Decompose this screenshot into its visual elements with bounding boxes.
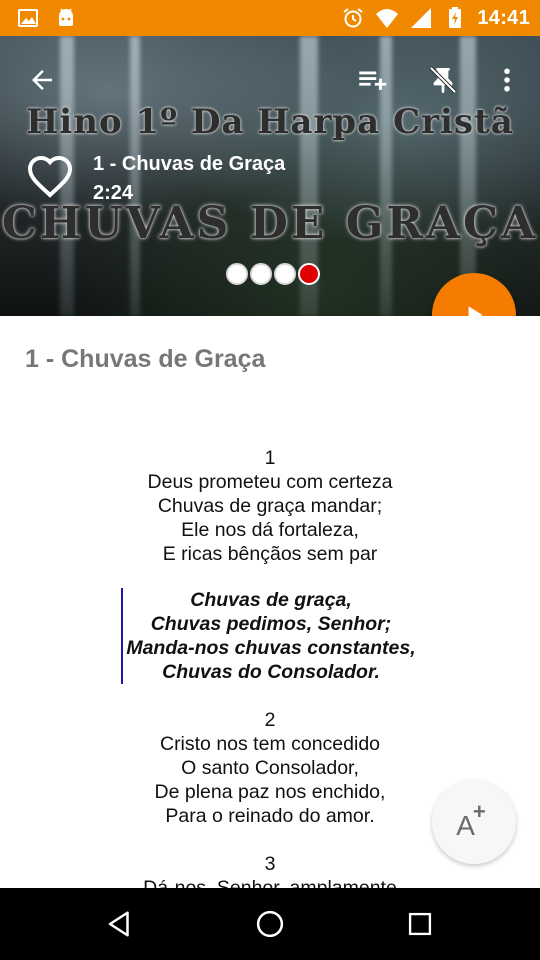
- verse-line: Ele nos dá fortaleza,: [181, 519, 359, 541]
- page-dot[interactable]: [274, 263, 296, 285]
- unpin-button[interactable]: [423, 60, 463, 100]
- verse-number: 1: [264, 447, 276, 469]
- font-size-button[interactable]: A +: [432, 780, 516, 864]
- verse: 1 Deus prometeu com certeza Chuvas de gr…: [0, 446, 540, 566]
- verse-number: 2: [264, 709, 276, 731]
- battery-charging-icon: [449, 7, 462, 28]
- back-triangle-icon: [108, 911, 129, 937]
- song-title: 1 - Chuvas de Graça: [93, 153, 286, 175]
- plus-icon: +: [472, 799, 486, 824]
- verse-line: Cristo nos tem concedido: [159, 733, 381, 755]
- favorite-button[interactable]: [26, 154, 74, 198]
- page-indicator: [226, 263, 320, 285]
- verse-line: Chuvas de graça mandar;: [157, 495, 383, 517]
- page-dot[interactable]: [226, 263, 248, 285]
- wifi-icon: [376, 9, 399, 28]
- clock: 14:41: [477, 6, 530, 29]
- waterfall-decoration: [130, 36, 140, 316]
- chorus: Chuvas de graça, Chuvas pedimos, Senhor;…: [121, 588, 421, 684]
- add-to-playlist-button[interactable]: [352, 60, 392, 100]
- verse-line: E ricas bênçãos sem par: [162, 543, 378, 565]
- page-title: 1 - Chuvas de Graça: [25, 345, 266, 373]
- pin-off-icon: [429, 66, 457, 94]
- verse-line: O santo Consolador,: [181, 757, 359, 779]
- nav-back-button[interactable]: [100, 904, 140, 944]
- more-vert-icon: [504, 68, 510, 92]
- image-icon: [18, 9, 38, 27]
- chorus-line: Chuvas pedimos, Senhor;: [150, 613, 392, 635]
- playlist-add-icon: [359, 71, 387, 90]
- chorus-line: Chuvas de graça,: [190, 589, 352, 611]
- more-options-button[interactable]: [487, 60, 527, 100]
- header-image-text: Hino 1º Da Harpa Cristã: [26, 102, 514, 142]
- header-image-text: CHUVAS DE GRAÇA: [1, 198, 539, 249]
- verse-line: Dá-nos, Senhor, amplamente: [143, 877, 397, 888]
- song-duration: 2:24: [93, 182, 134, 204]
- recents-square-icon: [408, 912, 432, 936]
- album-header: Hino 1º Da Harpa Cristã CHUVAS DE GRAÇA …: [0, 36, 540, 316]
- back-arrow-icon: [32, 70, 52, 90]
- page-dot[interactable]: [250, 263, 272, 285]
- home-circle-icon: [256, 910, 284, 938]
- status-bar: 14:41: [0, 0, 540, 36]
- page-dot-active[interactable]: [298, 263, 320, 285]
- navigation-bar: [0, 888, 540, 960]
- chorus-line: Manda-nos chuvas constantes,: [126, 637, 416, 659]
- verse-line: Deus prometeu com certeza: [147, 471, 393, 493]
- back-button[interactable]: [22, 60, 62, 100]
- chorus-line: Chuvas do Consolador.: [162, 661, 380, 683]
- heart-outline-icon: [27, 155, 73, 198]
- android-icon: [59, 8, 73, 26]
- nav-home-button[interactable]: [250, 904, 290, 944]
- signal-icon: [411, 8, 432, 28]
- nav-recents-button[interactable]: [400, 904, 440, 944]
- alarm-icon: [343, 8, 363, 28]
